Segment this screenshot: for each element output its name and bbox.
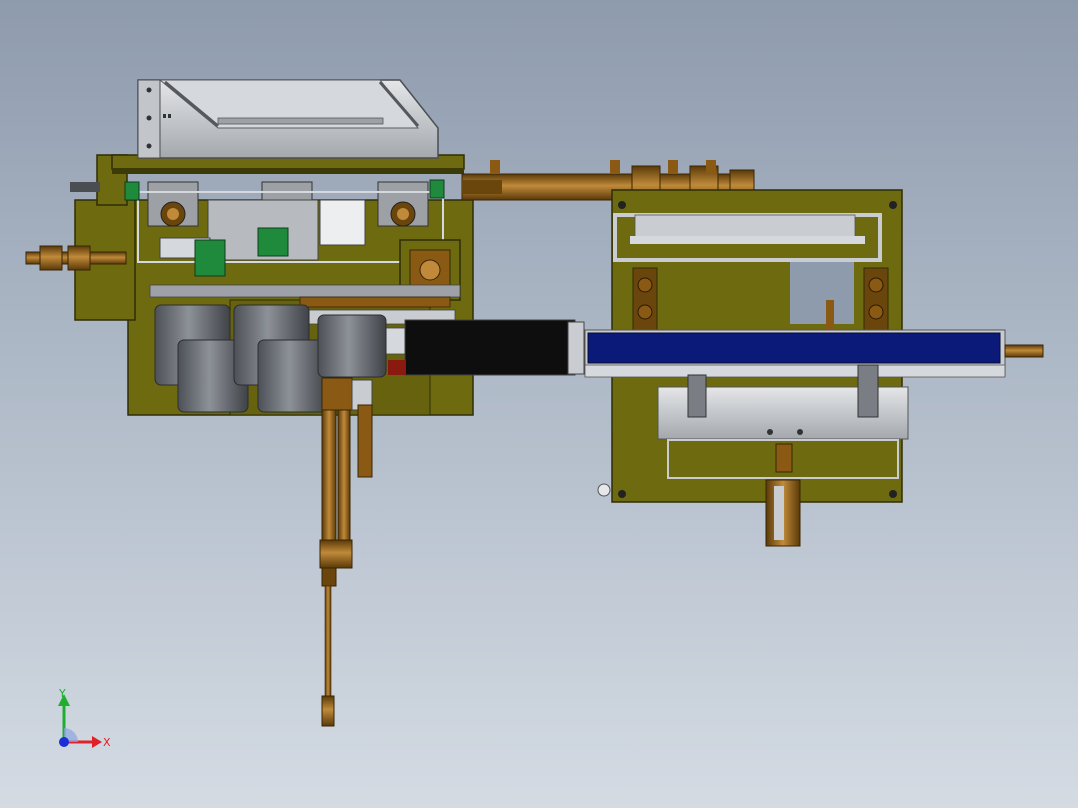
coordinate-triad: Y X [58,687,111,749]
green-guide-1 [194,239,226,277]
cad-viewport[interactable]: Y X [0,0,1078,808]
clamp-block-3[interactable] [377,181,429,227]
right-assembly[interactable] [584,189,1044,547]
y-axis-label: Y [58,687,66,700]
lower-cylinder[interactable] [765,479,801,547]
hopper[interactable] [137,79,439,159]
clamp-block-1[interactable] [147,181,199,227]
belt-conveyor[interactable] [584,329,1044,378]
motor-3[interactable] [317,314,387,378]
x-axis-label: X [103,736,111,749]
black-feeder-block [404,319,576,376]
green-guide-3 [124,181,140,201]
assembly-drawing[interactable]: Y X [0,0,1078,808]
vertical-ejector-rod[interactable] [319,377,373,727]
left-guide-column [632,267,658,331]
green-guide-2 [257,227,289,257]
right-guide-column [863,267,889,331]
green-guide-4 [429,179,445,199]
z-axis-dot [59,737,69,747]
